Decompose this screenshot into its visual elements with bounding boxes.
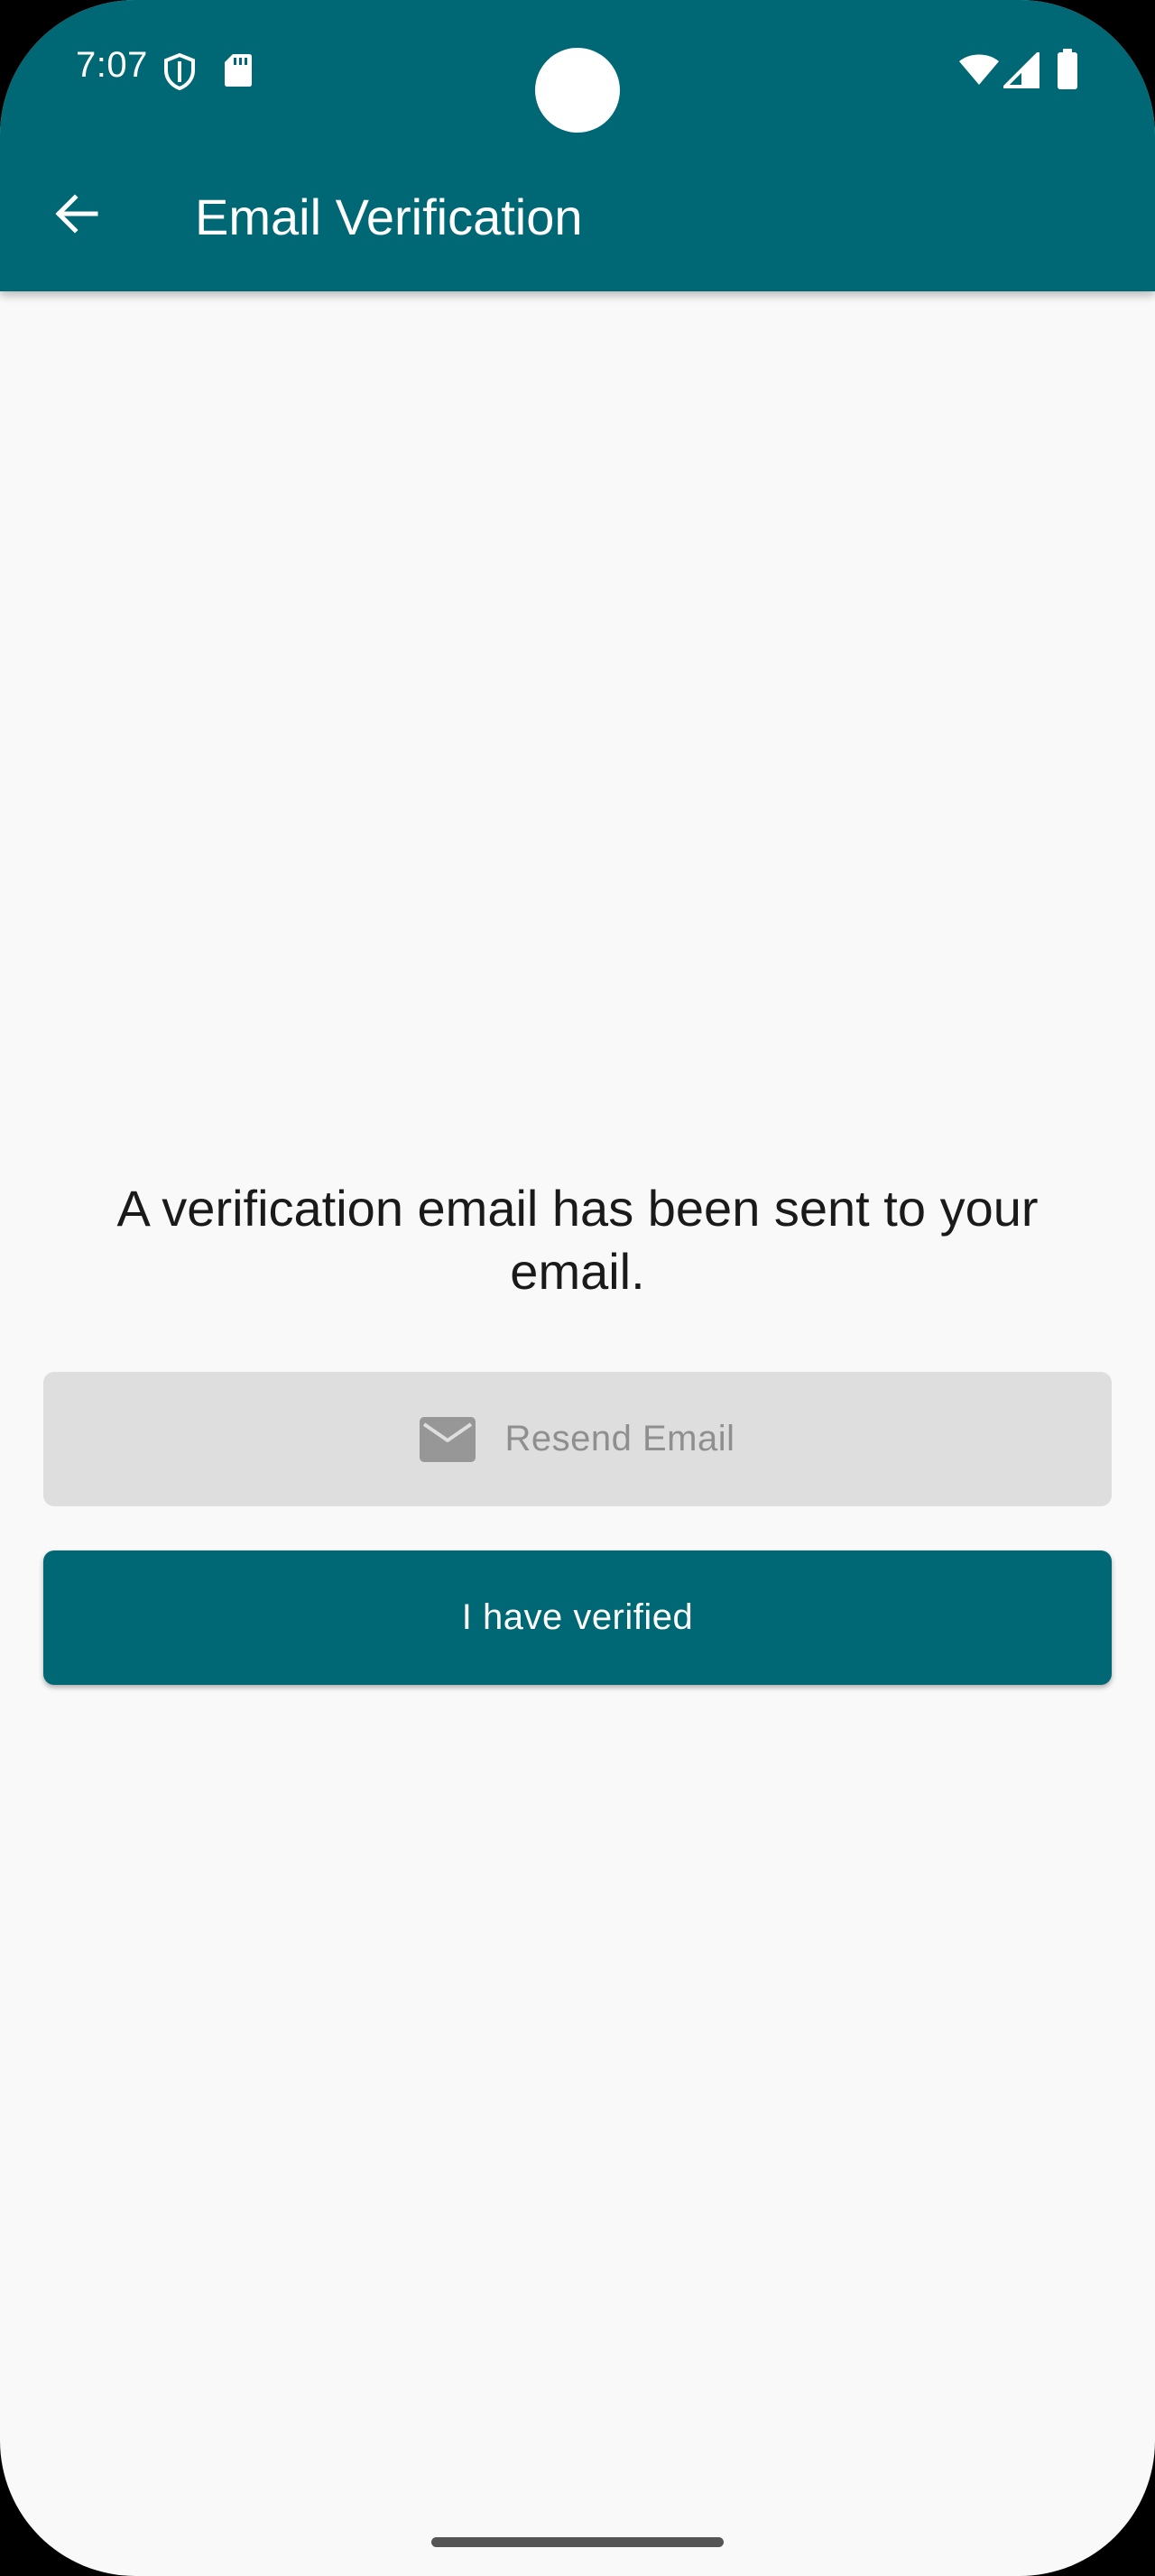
mail-icon (420, 1416, 504, 1462)
i-have-verified-label: I have verified (461, 1597, 694, 1637)
resend-email-label: Resend Email (504, 1419, 735, 1458)
sd-card-icon (224, 52, 253, 92)
page-title: Email Verification (195, 189, 583, 245)
camera-cutout (535, 48, 620, 133)
app-bar: 7:07 Email Verification (0, 0, 1155, 291)
resend-email-button[interactable]: Resend Email (43, 1372, 1112, 1506)
back-button[interactable] (36, 176, 116, 255)
shield-icon (162, 52, 197, 94)
status-time: 7:07 (76, 45, 148, 85)
arrow-back-icon (52, 190, 99, 241)
i-have-verified-button[interactable]: I have verified (43, 1550, 1112, 1685)
signal-icon (1001, 50, 1040, 92)
home-indicator[interactable] (431, 2537, 724, 2547)
wifi-icon (958, 52, 1000, 90)
battery-icon (1056, 49, 1079, 94)
verification-message: A verification email has been sent to yo… (116, 1180, 1039, 1300)
screen: 7:07 Email Verification A verification e… (0, 0, 1155, 2576)
